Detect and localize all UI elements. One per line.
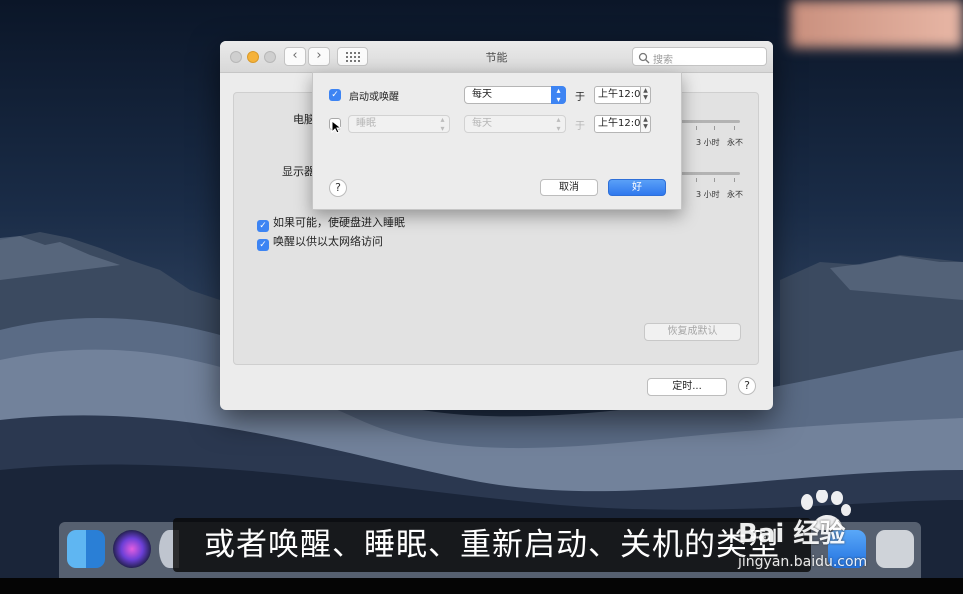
watermark-url: jingyan.baidu.com: [738, 554, 868, 570]
restore-defaults-button[interactable]: 恢复成默认: [644, 323, 741, 341]
schedule-sheet: ✓ 启动或唤醒 每天 ▴ ▾ 于 上午12:00 ▲ ▼ 睡眠 ▴ ▾ 每天 ▴ ▾ 于…: [312, 72, 682, 210]
search-placeholder: 搜索: [653, 55, 673, 66]
slider-tick: [696, 126, 697, 130]
updown-chevron-icon: ▴ ▾: [440, 115, 445, 133]
disk-sleep-option[interactable]: ✓ 如果可能，使硬盘进入睡眠: [257, 214, 405, 232]
updown-chevron-icon: ▴ ▾: [551, 86, 566, 104]
title-bar: ‹ › 节能 搜索: [220, 41, 773, 73]
disk-sleep-label: 如果可能，使硬盘进入睡眠: [273, 216, 405, 229]
sleep-action-select[interactable]: 睡眠 ▴ ▾: [348, 115, 450, 133]
display-tick-never: 永不: [727, 190, 743, 199]
wake-network-label: 唤醒以供以太网络访问: [273, 235, 383, 248]
slider-tick: [714, 178, 715, 182]
bottom-letterbox: [0, 578, 963, 594]
computer-sleep-slider[interactable]: [674, 120, 740, 123]
wake-time-field[interactable]: 上午12:00 ▲ ▼: [594, 86, 651, 104]
slider-tick: [696, 178, 697, 182]
ok-button[interactable]: 好: [608, 179, 666, 196]
display-tick-3h: 3 小时: [696, 190, 720, 199]
schedule-button[interactable]: 定时...: [647, 378, 727, 396]
wake-at-label: 于: [575, 92, 585, 103]
wake-network-checkbox[interactable]: ✓: [257, 239, 269, 251]
time-stepper[interactable]: ▲ ▼: [640, 86, 651, 104]
computer-tick-3h: 3 小时: [696, 138, 720, 147]
wake-frequency-select[interactable]: 每天 ▴ ▾: [464, 86, 566, 104]
wake-label: 启动或唤醒: [349, 92, 399, 103]
siri-icon[interactable]: [113, 530, 151, 568]
slider-tick: [734, 126, 735, 130]
updown-chevron-icon: ▴ ▾: [556, 115, 561, 133]
search-icon: [638, 52, 650, 64]
sleep-time-field[interactable]: 上午12:00 ▲ ▼: [594, 115, 651, 133]
trash-icon[interactable]: [876, 530, 914, 568]
help-button[interactable]: ?: [738, 377, 756, 395]
sheet-help-button[interactable]: ?: [329, 179, 347, 197]
disk-sleep-checkbox[interactable]: ✓: [257, 220, 269, 232]
time-stepper[interactable]: ▲ ▼: [640, 115, 651, 133]
slider-tick: [714, 126, 715, 130]
display-sleep-label: 显示器: [282, 165, 315, 178]
slider-tick: [734, 178, 735, 182]
sleep-frequency-value: 每天: [472, 118, 492, 129]
search-field[interactable]: 搜索: [632, 47, 767, 66]
wake-checkbox[interactable]: ✓: [329, 89, 341, 101]
computer-tick-never: 永不: [727, 138, 743, 147]
wake-network-option[interactable]: ✓ 唤醒以供以太网络访问: [257, 233, 383, 251]
wake-frequency-value: 每天: [472, 89, 492, 100]
video-subtitle: 或者唤醒、睡眠、重新启动、关机的类型: [173, 518, 811, 572]
watermark-brand: Bai 经验: [738, 519, 846, 549]
finder-icon[interactable]: [67, 530, 105, 568]
mouse-cursor-icon: [331, 120, 341, 134]
sleep-frequency-select[interactable]: 每天 ▴ ▾: [464, 115, 566, 133]
display-sleep-slider[interactable]: [674, 172, 740, 175]
sleep-at-label: 于: [575, 121, 585, 132]
sleep-action-value: 睡眠: [356, 118, 376, 129]
cancel-button[interactable]: 取消: [540, 179, 598, 196]
